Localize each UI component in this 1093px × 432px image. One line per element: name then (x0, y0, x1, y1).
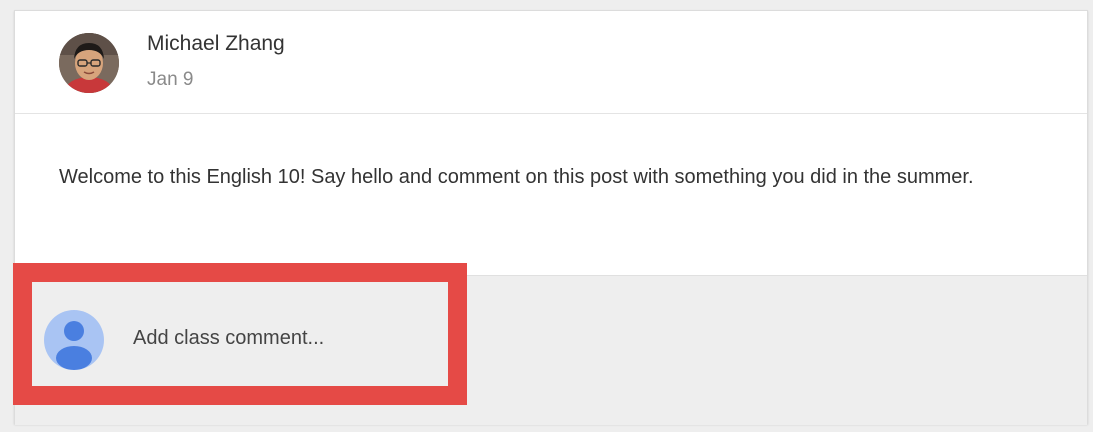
add-class-comment-placeholder[interactable]: Add class comment... (133, 327, 324, 350)
author-photo-icon (59, 33, 119, 93)
author-name[interactable]: Michael Zhang (147, 32, 285, 56)
author-avatar[interactable] (59, 33, 119, 93)
person-icon (56, 321, 92, 370)
add-class-comment-field[interactable]: Add class comment... (32, 282, 446, 384)
post-body-text: Welcome to this English 10! Say hello an… (59, 166, 974, 188)
user-avatar (44, 310, 104, 370)
post-date: Jan 9 (147, 69, 194, 90)
post-header: Michael Zhang Jan 9 (15, 11, 1087, 114)
